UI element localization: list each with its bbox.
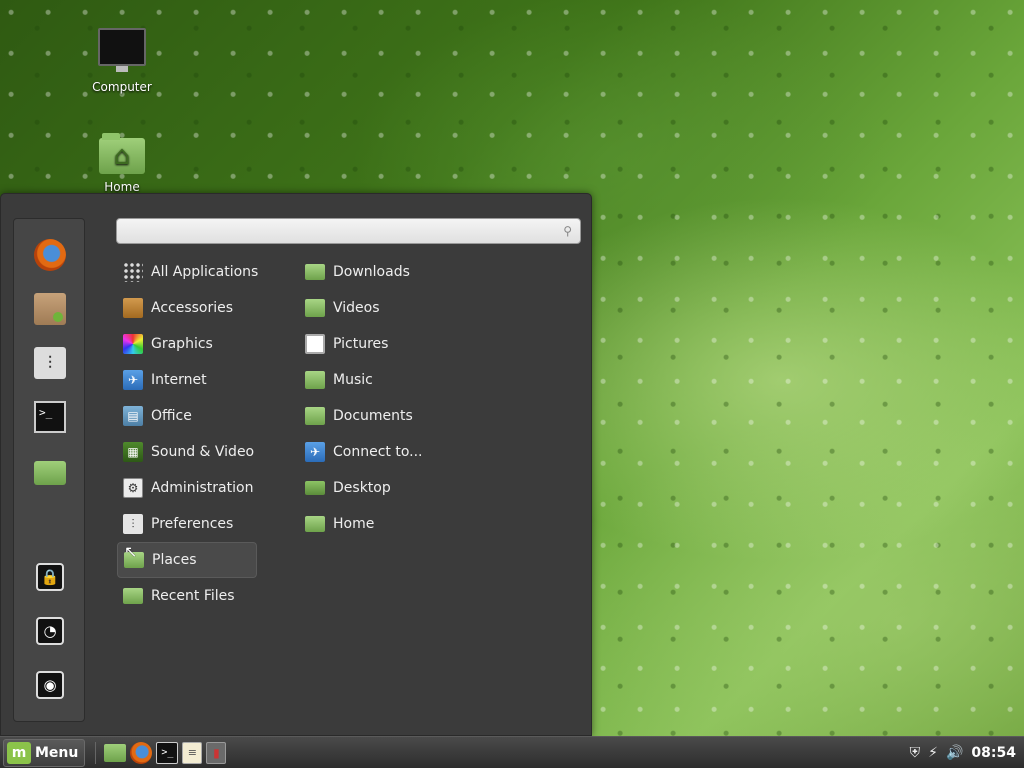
category-label: All Applications <box>151 264 259 280</box>
grid-icon <box>123 262 143 282</box>
internet-icon: ✈ <box>123 370 143 390</box>
logout-button[interactable]: ◔ <box>34 615 66 647</box>
desktop-icon-home[interactable]: Home <box>77 133 167 194</box>
firefox-icon[interactable] <box>34 239 66 271</box>
category-label: Preferences <box>151 516 234 532</box>
accessories-icon <box>123 298 143 318</box>
taskbar: m Menu >_ ≡ ▮ ⛨ ⚡ 🔊 08:54 <box>0 736 1024 768</box>
videos-folder-icon <box>305 299 325 317</box>
category-recent-files[interactable]: Recent Files <box>117 578 257 614</box>
administration-icon: ⚙ <box>123 478 143 498</box>
category-graphics[interactable]: Graphics <box>117 326 257 362</box>
window-task-icon[interactable]: ▮ <box>206 741 227 764</box>
place-desktop[interactable]: Desktop <box>299 470 499 506</box>
place-label: Videos <box>333 300 380 316</box>
mouse-cursor-icon: ↖ <box>124 542 138 561</box>
taskbar-separator <box>95 741 97 764</box>
system-tray: ⛨ ⚡ 🔊 08:54 <box>902 745 1024 761</box>
place-connect-to[interactable]: ✈ Connect to... <box>299 434 499 470</box>
places-list: Downloads Videos Pictures Music Document… <box>299 254 499 542</box>
clock[interactable]: 08:54 <box>971 745 1016 761</box>
place-label: Downloads <box>333 264 410 280</box>
place-pictures[interactable]: Pictures <box>299 326 499 362</box>
place-music[interactable]: Music <box>299 362 499 398</box>
category-internet[interactable]: ✈ Internet <box>117 362 257 398</box>
place-documents[interactable]: Documents <box>299 398 499 434</box>
sound-video-icon: ▦ <box>123 442 143 462</box>
shutdown-button[interactable]: ◉ <box>34 669 66 701</box>
category-office[interactable]: ▤ Office <box>117 398 257 434</box>
category-label: Graphics <box>151 336 213 352</box>
downloads-folder-icon <box>305 264 325 280</box>
update-shield-icon[interactable]: ⛨ <box>910 745 921 761</box>
home-folder-icon <box>305 516 325 532</box>
place-label: Desktop <box>333 480 391 496</box>
categories-list: All Applications Accessories Graphics ✈ … <box>117 254 259 614</box>
place-downloads[interactable]: Downloads <box>299 254 499 290</box>
category-label: Recent Files <box>151 588 235 604</box>
place-label: Music <box>333 372 373 388</box>
favorites-bar: ⫶ >_ 🔒 ◔ ◉ <box>13 218 85 722</box>
recent-files-icon <box>123 588 143 604</box>
category-places[interactable]: Places <box>117 542 257 578</box>
desktop-folder-icon <box>305 481 325 495</box>
place-label: Home <box>333 516 375 532</box>
files-icon[interactable] <box>34 461 66 485</box>
system-settings-icon[interactable]: ⫶ <box>34 347 66 379</box>
category-label: Places <box>152 552 197 568</box>
category-accessories[interactable]: Accessories <box>117 290 257 326</box>
place-label: Documents <box>333 408 413 424</box>
category-label: Administration <box>151 480 254 496</box>
menu-button[interactable]: m Menu <box>3 738 86 767</box>
mint-logo-icon: m <box>7 741 31 764</box>
terminal-icon[interactable]: >_ <box>34 401 66 433</box>
firefox-icon[interactable] <box>130 741 153 764</box>
menu-button-label: Menu <box>35 744 79 761</box>
search-box[interactable]: ⚲ <box>116 218 581 244</box>
preferences-icon: ⫶ <box>123 514 143 534</box>
files-icon[interactable] <box>104 743 127 762</box>
graphics-icon <box>123 334 143 354</box>
desktop-icon-label: Computer <box>92 80 152 94</box>
lock-screen-button[interactable]: 🔒 <box>34 561 66 593</box>
logout-icon: ◔ <box>36 617 64 645</box>
network-icon: ✈ <box>305 442 325 462</box>
category-label: Accessories <box>151 300 234 316</box>
network-icon[interactable]: ⚡ <box>928 745 938 761</box>
text-editor-icon[interactable]: ≡ <box>182 741 203 764</box>
computer-icon <box>98 28 146 72</box>
place-home[interactable]: Home <box>299 506 499 542</box>
category-label: Office <box>151 408 192 424</box>
desktop-icon-label: Home <box>104 180 140 194</box>
place-label: Pictures <box>333 336 389 352</box>
home-folder-icon <box>99 133 145 174</box>
search-input[interactable] <box>125 223 564 239</box>
office-icon: ▤ <box>123 406 143 426</box>
shutdown-icon: ◉ <box>36 671 64 699</box>
package-manager-icon[interactable] <box>34 293 66 325</box>
category-sound-video[interactable]: ▦ Sound & Video <box>117 434 257 470</box>
place-label: Connect to... <box>333 444 423 460</box>
category-preferences[interactable]: ⫶ Preferences <box>117 506 257 542</box>
category-all-applications[interactable]: All Applications <box>117 254 259 290</box>
category-administration[interactable]: ⚙ Administration <box>117 470 257 506</box>
volume-icon[interactable]: 🔊 <box>946 745 963 761</box>
documents-folder-icon <box>305 407 325 425</box>
place-videos[interactable]: Videos <box>299 290 499 326</box>
application-menu: ⫶ >_ 🔒 ◔ ◉ ⚲ All Applications Accessorie… <box>0 193 592 736</box>
terminal-icon[interactable]: >_ <box>156 741 179 764</box>
lock-screen-icon: 🔒 <box>36 563 64 591</box>
music-folder-icon <box>305 371 325 389</box>
category-label: Sound & Video <box>151 444 255 460</box>
category-label: Internet <box>151 372 207 388</box>
search-icon: ⚲ <box>563 224 572 238</box>
pictures-folder-icon <box>305 334 325 354</box>
desktop-icon-computer[interactable]: Computer <box>77 28 167 94</box>
